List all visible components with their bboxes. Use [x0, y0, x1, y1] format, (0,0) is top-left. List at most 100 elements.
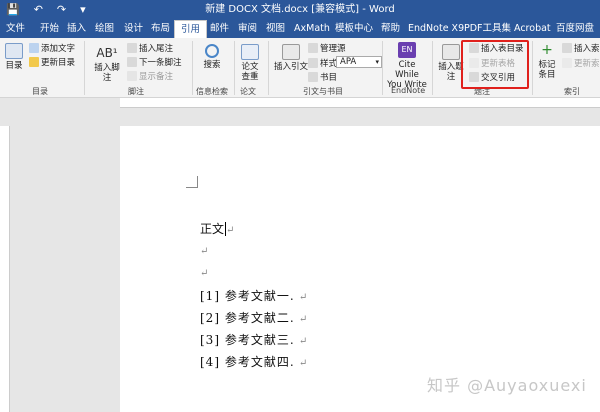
document-page[interactable]: [120, 126, 600, 412]
chevron-down-icon: ▾: [375, 58, 379, 66]
toc-icon: [5, 43, 23, 59]
update-toc-button[interactable]: 更新目录: [29, 57, 75, 69]
update-index-icon: [562, 58, 572, 68]
tab-template-center[interactable]: 模板中心: [335, 20, 373, 38]
endnote-icon: [127, 43, 137, 53]
insert-index-icon: [562, 43, 572, 53]
insert-caption-icon: [442, 44, 460, 60]
citation-style-value: APA: [340, 57, 357, 67]
group-endnote: EndNote: [391, 86, 426, 95]
paragraph-mark: ↵: [294, 292, 309, 303]
bibliography-button[interactable]: 书目: [308, 72, 337, 84]
paragraph-mark: ↵: [200, 246, 209, 257]
add-text-icon: [29, 43, 39, 53]
ribbon-divider: [532, 41, 533, 95]
update-index-label: 更新索引: [574, 59, 600, 69]
group-citations: 引文与书目: [303, 87, 343, 96]
ribbon-divider: [432, 41, 433, 95]
mark-entry-label: 标记条目: [538, 60, 556, 80]
ribbon-divider: [268, 41, 269, 95]
tab-pdf-tools[interactable]: PDF工具集: [464, 20, 511, 38]
update-toc-icon: [29, 57, 39, 67]
ribbon-divider: [84, 41, 85, 95]
next-footnote-button[interactable]: 下一条脚注: [127, 57, 182, 69]
tab-endnote[interactable]: EndNote X9: [408, 20, 464, 38]
reference-text: [2] 参考文献二.: [200, 311, 295, 325]
cite-while-you-write-button[interactable]: EN Cite While You Write: [386, 42, 428, 90]
insert-footnote-button[interactable]: AB¹ 插入脚注: [92, 45, 122, 83]
reference-text: [1] 参考文献一.: [200, 289, 295, 303]
tab-design[interactable]: 设计: [124, 20, 143, 38]
search-button[interactable]: 搜索: [200, 44, 224, 70]
tab-insert[interactable]: 插入: [67, 20, 86, 38]
tab-layout[interactable]: 布局: [151, 20, 170, 38]
cross-reference-highlight: [461, 40, 529, 89]
window-title: 新建 DOCX 文档.docx [兼容模式] - Word: [205, 4, 395, 15]
manage-sources-button[interactable]: 管理源: [308, 43, 346, 55]
manage-sources-icon: [308, 43, 318, 53]
empty-paragraph[interactable]: ↵: [200, 265, 208, 279]
insert-index-label: 插入索引: [574, 44, 600, 54]
insert-citation-label: 插入引文: [274, 62, 309, 72]
tab-home[interactable]: 开始: [40, 20, 59, 38]
manage-sources-label: 管理源: [320, 44, 346, 54]
citation-style-select[interactable]: APA ▾: [336, 56, 382, 68]
add-text-button[interactable]: 添加文字: [29, 43, 75, 55]
group-toc: 目录: [32, 87, 48, 96]
insert-citation-button[interactable]: 插入引文: [274, 44, 308, 72]
reference-item[interactable]: [4] 参考文献四. ↵: [200, 353, 308, 370]
empty-paragraph[interactable]: ↵: [200, 243, 208, 257]
tab-mailings[interactable]: 邮件: [210, 20, 229, 38]
horizontal-ruler[interactable]: [120, 98, 600, 108]
tab-baidu-netdisk[interactable]: 百度网盘: [556, 20, 594, 38]
footnote-icon: AB¹: [96, 46, 118, 60]
show-notes-label: 显示备注: [139, 72, 174, 82]
next-footnote-label: 下一条脚注: [139, 58, 182, 68]
body-text-line[interactable]: 正文 ↵: [200, 220, 234, 237]
margin-corner-mark: [186, 176, 198, 188]
plagiarism-check-button[interactable]: 论文查重: [238, 44, 262, 82]
bibliography-label: 书目: [320, 73, 338, 83]
tab-acrobat[interactable]: Acrobat: [514, 20, 551, 38]
show-notes-button[interactable]: 显示备注: [127, 71, 173, 83]
vertical-ruler[interactable]: [0, 126, 10, 412]
toc-button[interactable]: 目录: [3, 43, 25, 71]
style-icon: [308, 58, 318, 68]
mark-entry-icon: +: [541, 42, 553, 58]
update-index-button[interactable]: 更新索引: [562, 58, 600, 70]
bibliography-icon: [308, 72, 318, 82]
reference-item[interactable]: [1] 参考文献一. ↵: [200, 287, 308, 304]
tab-help[interactable]: 帮助: [381, 20, 400, 38]
paragraph-mark: ↵: [294, 336, 309, 347]
show-notes-icon: [127, 71, 137, 81]
insert-index-button[interactable]: 插入索引: [562, 43, 600, 55]
watermark: 知乎 @Auyaoxuexi: [427, 376, 587, 395]
tab-references[interactable]: 引用: [174, 20, 208, 38]
tab-axmath[interactable]: AxMath: [294, 20, 330, 38]
add-text-label: 添加文字: [41, 44, 76, 54]
reference-text: [4] 参考文献四.: [200, 355, 295, 369]
next-footnote-icon: [127, 57, 137, 67]
insert-endnote-button[interactable]: 插入尾注: [127, 43, 173, 55]
group-footnotes: 脚注: [128, 87, 144, 96]
tab-review[interactable]: 审阅: [238, 20, 257, 38]
reference-item[interactable]: [2] 参考文献二. ↵: [200, 309, 308, 326]
tab-view[interactable]: 视图: [266, 20, 285, 38]
ribbon-divider: [192, 41, 193, 95]
paragraph-mark: ↵: [294, 314, 309, 325]
insert-footnote-label: 插入脚注: [94, 63, 120, 83]
paragraph-mark: ↵: [226, 225, 235, 236]
group-research: 信息检索: [196, 87, 228, 96]
tab-file[interactable]: 文件: [6, 20, 25, 38]
mark-entry-button[interactable]: + 标记条目: [536, 42, 558, 80]
ribbon-divider: [234, 41, 235, 95]
toc-label: 目录: [5, 61, 23, 71]
plagiarism-check-label: 论文查重: [241, 62, 259, 82]
update-toc-label: 更新目录: [41, 58, 76, 68]
insert-endnote-label: 插入尾注: [139, 44, 174, 54]
reference-item[interactable]: [3] 参考文献三. ↵: [200, 331, 308, 348]
endnote-logo-icon: EN: [398, 42, 416, 58]
paragraph-mark: ↵: [294, 358, 309, 369]
tab-draw[interactable]: 绘图: [95, 20, 114, 38]
group-index: 索引: [564, 87, 580, 96]
